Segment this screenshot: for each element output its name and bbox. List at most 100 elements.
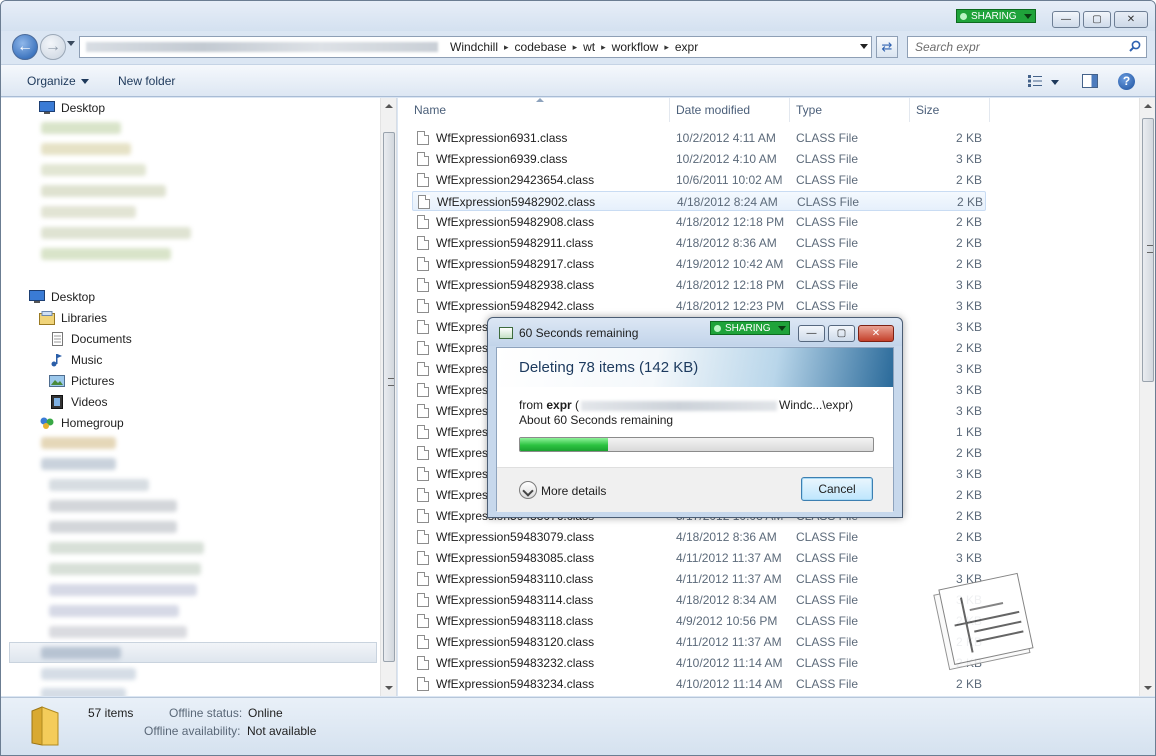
class-file-icon [417,509,429,523]
file-row[interactable]: WfExpression59483234.class 4/10/2012 11:1… [412,674,986,694]
title-bar: SHARING — ▢ ✕ [1,1,1155,31]
dialog-close-button[interactable]: ✕ [858,325,894,342]
organize-dropdown-icon [80,79,89,85]
file-row[interactable]: WfExpression59482917.class 4/19/2012 10:4… [412,254,986,274]
dialog-maximize-button[interactable]: ▢ [828,325,855,342]
file-date-modified: 4/10/2012 11:14 AM [676,677,783,691]
file-row[interactable]: WfExpression6931.class 10/2/2012 4:11 AM C… [412,128,986,148]
nav-scrollbar[interactable] [380,98,396,696]
file-row[interactable]: WfExpression59482908.class 4/18/2012 12:1… [412,212,986,232]
file-type: CLASS File [796,131,859,145]
delete-progress-bar [519,437,874,452]
file-row[interactable]: WfExpression59483110.class 4/11/2012 11:3… [412,569,986,589]
class-file-icon [417,320,429,334]
column-name[interactable]: Name [408,98,670,122]
from-folder[interactable]: expr [546,398,571,412]
dialog-sharing-indicator[interactable]: SHARING [710,321,790,335]
file-row[interactable]: WfExpression59483079.class 4/18/2012 8:36… [412,527,986,547]
search-input[interactable]: Search expr [907,36,1147,58]
expand-details-icon[interactable] [519,481,537,499]
file-date-modified: 4/19/2012 10:42 AM [676,257,784,271]
file-row[interactable]: WfExpression59483114.class 4/18/2012 8:34… [412,590,986,610]
from-path-end[interactable]: Windc...\expr) [779,398,853,412]
file-name: WfExpression59482917.class [436,257,595,271]
maximize-button[interactable]: ▢ [1083,11,1111,28]
view-options-dropdown-icon[interactable] [1051,80,1059,85]
nav-label: Videos [71,395,108,409]
breadcrumb-separator-icon[interactable]: ▸ [573,42,578,53]
breadcrumb-separator-icon[interactable]: ▸ [601,42,606,53]
class-file-icon [417,257,429,271]
file-name: WfExpression59482902.class [437,195,596,209]
sharing-indicator[interactable]: SHARING [956,9,1036,23]
refresh-button[interactable]: ⇄ [876,36,898,58]
class-file-icon [417,425,429,439]
scroll-up-icon[interactable] [385,104,393,108]
forward-button[interactable]: → [40,34,66,60]
nav-scroll-thumb[interactable] [383,132,395,662]
file-name: WfExpress [436,467,495,481]
address-bar[interactable]: Windchill ▸ codebase ▸ wt ▸ workflow ▸ e… [79,36,872,58]
new-folder-button[interactable]: New folder [118,74,175,88]
file-row[interactable]: WfExpression59483118.class 4/9/2012 10:56… [412,611,986,631]
file-row[interactable]: WfExpression59483232.class 4/10/2012 11:1… [412,653,986,673]
help-icon[interactable]: ? [1118,73,1135,90]
file-row[interactable]: WfExpression6939.class 10/2/2012 4:10 AM C… [412,149,986,169]
file-name: WfExpression59483118.class [436,614,594,628]
file-row[interactable]: WfExpression29423654.class 10/6/2011 10:0… [412,170,986,190]
file-scroll-thumb[interactable] [1142,118,1154,382]
file-type: CLASS File [796,173,859,187]
documents-icon [52,332,63,346]
scroll-down-icon[interactable] [1144,686,1152,690]
item-count: 57 items [88,706,134,720]
scroll-up-icon[interactable] [1144,104,1152,108]
column-size[interactable]: Size [910,98,990,122]
address-dropdown-icon[interactable] [860,44,868,49]
file-date-modified: 4/18/2012 12:18 PM [676,278,785,292]
file-row[interactable]: WfExpression59483120.class 4/11/2012 11:3… [412,632,986,652]
column-date-modified[interactable]: Date modified [670,98,790,122]
cancel-button[interactable]: Cancel [801,477,873,501]
organize-button[interactable]: Organize [27,74,89,88]
back-button[interactable]: ← [12,34,38,60]
minimize-button[interactable]: — [1052,11,1080,28]
file-row[interactable]: WfExpression59482938.class 4/18/2012 12:1… [412,275,986,295]
nav-label: Music [71,353,103,367]
preview-pane-icon[interactable] [1082,74,1098,88]
file-row[interactable]: WfExpression59482902.class 4/18/2012 8:24… [412,191,986,211]
redacted-nav-item [41,248,171,260]
breadcrumb-expr[interactable]: expr [675,40,698,54]
breadcrumb-wt[interactable]: wt [583,40,595,54]
breadcrumb-separator-icon[interactable]: ▸ [504,42,509,53]
column-type[interactable]: Type [790,98,910,122]
videos-icon [51,395,63,409]
change-view-icon[interactable] [1028,75,1042,87]
file-size: 3 KB [955,383,982,397]
file-date-modified: 4/18/2012 8:34 AM [676,593,777,607]
file-name: WfExpress [436,362,495,376]
file-name: WfExpression59483085.class [436,551,595,565]
redacted-nav-item [41,164,146,176]
recent-pages-dropdown-icon[interactable] [67,41,75,46]
file-row[interactable]: WfExpression59483085.class 4/11/2012 11:3… [412,548,986,568]
file-scrollbar[interactable] [1139,98,1155,696]
file-row[interactable]: WfExpression59482911.class 4/18/2012 8:36… [412,233,986,253]
dialog-banner: Deleting 78 items (142 KB) [497,348,893,387]
from-path-open: ( [575,398,580,412]
desktop-icon [29,290,45,303]
breadcrumb-separator-icon[interactable]: ▸ [664,42,669,53]
breadcrumb-codebase[interactable]: codebase [515,40,567,54]
sharing-dot-icon [960,13,967,20]
class-file-icon [417,488,429,502]
scroll-down-icon[interactable] [385,686,393,690]
breadcrumb-windchill[interactable]: Windchill [450,40,498,54]
dialog-source: from expr (Windc...\expr) [519,398,853,412]
redacted-nav-item [41,458,116,470]
more-details-link[interactable]: More details [541,484,606,498]
class-file-icon [417,572,429,586]
search-icon[interactable] [1129,40,1141,52]
file-row[interactable]: WfExpression59482942.class 4/18/2012 12:2… [412,296,986,316]
close-button[interactable]: ✕ [1114,11,1148,28]
breadcrumb-workflow[interactable]: workflow [612,40,659,54]
dialog-minimize-button[interactable]: — [798,325,825,342]
